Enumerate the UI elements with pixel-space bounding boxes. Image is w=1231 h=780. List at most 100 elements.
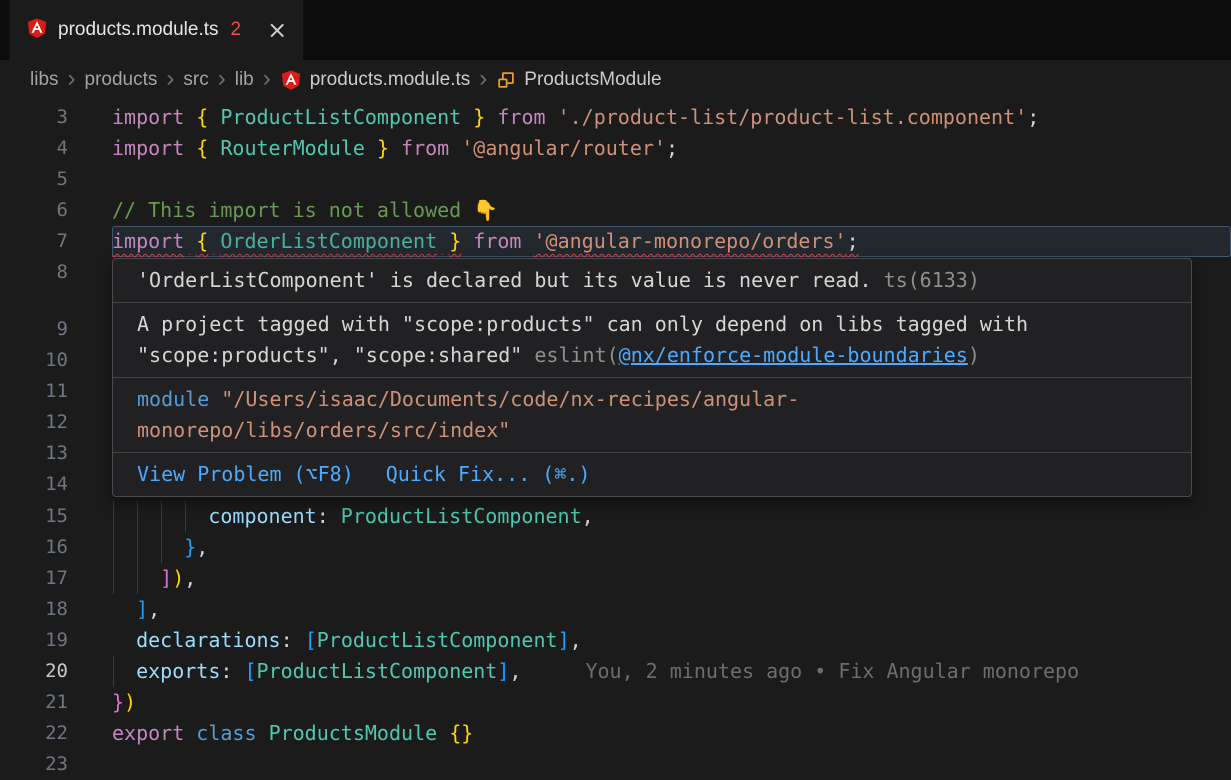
line-number: 5 — [0, 164, 68, 195]
line-number: 4 — [0, 133, 68, 164]
eslint-source-prefix: eslint( — [534, 343, 618, 367]
chevron-right-icon: › — [166, 67, 174, 94]
indent-guide — [185, 501, 186, 532]
line-number: 6 — [0, 195, 68, 226]
indent-guide — [137, 532, 138, 563]
tab-bar: products.module.ts 2 × — [0, 0, 1231, 60]
code-content: declarations: [ProductListComponent], — [112, 625, 1231, 656]
ts-diagnostic-code: ts(6133) — [884, 268, 980, 292]
code-content — [112, 749, 1231, 780]
indent-guide — [161, 501, 162, 532]
breadcrumb-item-label: products.module.ts — [310, 69, 471, 91]
line-number: 8 — [0, 257, 68, 288]
line-number: 9 — [0, 314, 68, 345]
editor-tab-products-module[interactable]: products.module.ts 2 × — [10, 0, 303, 60]
breadcrumb-item-label: products — [85, 69, 158, 91]
line-number: 12 — [0, 407, 68, 438]
indent-guide — [113, 563, 114, 594]
eslint-diagnostic: A project tagged with "scope:products" c… — [113, 303, 1191, 378]
indent-guide — [113, 656, 114, 687]
code-line-17[interactable]: 17 ]), — [0, 563, 1231, 594]
code-content — [112, 164, 1231, 195]
breadcrumb-item-label: src — [183, 69, 208, 91]
breadcrumb-item-label: libs — [30, 69, 59, 91]
code-line-3[interactable]: 3 import { ProductListComponent } from '.… — [0, 102, 1231, 133]
code-line-22[interactable]: 22 export class ProductsModule {} — [0, 718, 1231, 749]
code-content: }, — [112, 532, 1231, 563]
indent-guide — [113, 532, 114, 563]
angular-icon — [280, 69, 302, 91]
code-content: import { RouterModule } from '@angular/r… — [112, 133, 1231, 164]
line-number: 10 — [0, 345, 68, 376]
close-tab-icon[interactable]: × — [267, 18, 287, 42]
breadcrumb-item-lib[interactable]: lib — [235, 69, 254, 91]
view-problem-action[interactable]: View Problem (⌥F8) — [137, 459, 354, 490]
line-number: 21 — [0, 687, 68, 718]
code-line-18[interactable]: 18 ], — [0, 594, 1231, 625]
breadcrumb-item-label: lib — [235, 69, 254, 91]
line-number: 3 — [0, 102, 68, 133]
line-number: 13 — [0, 438, 68, 469]
code-content: import { ProductListComponent } from './… — [112, 102, 1231, 133]
code-lines-top: 3 import { ProductListComponent } from '.… — [0, 102, 1231, 257]
module-keyword: module — [137, 387, 209, 411]
code-content: // This import is not allowed 👇 — [112, 195, 1231, 226]
line-number: 16 — [0, 532, 68, 563]
chevron-right-icon: › — [68, 67, 76, 94]
indent-guide — [137, 563, 138, 594]
line-number: 7 — [0, 226, 68, 257]
code-editor[interactable]: 3 import { ProductListComponent } from '.… — [0, 100, 1231, 780]
line-number: 23 — [0, 749, 68, 780]
indent-guide — [137, 501, 138, 532]
line-number: 18 — [0, 594, 68, 625]
breadcrumb-item-productsmodule[interactable]: ProductsModule — [496, 69, 661, 91]
code-line-7[interactable]: 7import { OrderListComponent } from '@an… — [0, 226, 1231, 257]
breadcrumb-item-products[interactable]: products — [85, 69, 158, 91]
tab-title: products.module.ts — [58, 19, 219, 41]
line-number: 22 — [0, 718, 68, 749]
code-line-20[interactable]: 20 exports: [ProductListComponent],You, … — [0, 656, 1231, 687]
eslint-source-suffix: ) — [968, 343, 980, 367]
code-content: ]), — [112, 563, 1231, 594]
code-line-4[interactable]: 4 import { RouterModule } from '@angular/… — [0, 133, 1231, 164]
code-content: export class ProductsModule {} — [112, 718, 1231, 749]
code-content: }) — [112, 687, 1231, 718]
module-info: module "/Users/isaac/Documents/code/nx-r… — [113, 378, 1191, 453]
quick-fix-action[interactable]: Quick Fix... (⌘.) — [386, 459, 591, 490]
chevron-right-icon: › — [263, 67, 271, 94]
angular-icon — [26, 17, 48, 39]
code-content: exports: [ProductListComponent],You, 2 m… — [112, 656, 1231, 687]
tab-problem-count-badge: 2 — [231, 19, 242, 41]
code-lines-bottom: 15 component: ProductListComponent,16 },… — [0, 501, 1231, 780]
class-symbol-icon — [496, 70, 516, 90]
chevron-right-icon: › — [479, 67, 487, 94]
code-line-5[interactable]: 5 — [0, 164, 1231, 195]
line-number: 20 — [0, 656, 68, 687]
hover-actions: View Problem (⌥F8) Quick Fix... (⌘.) — [113, 453, 1191, 496]
breadcrumb-item-libs[interactable]: libs — [30, 69, 59, 91]
breadcrumb-item-label: ProductsModule — [524, 69, 661, 91]
breadcrumb: libs › products › src › lib › products.module.t… — [0, 60, 1231, 100]
code-line-21[interactable]: 21}) — [0, 687, 1231, 718]
indent-guide — [113, 501, 114, 532]
eslint-rule-link[interactable]: @nx/enforce-module-boundaries — [619, 343, 968, 367]
module-path: "/Users/isaac/Documents/code/nx-recipes/… — [137, 387, 799, 442]
code-content: component: ProductListComponent, — [112, 501, 1231, 532]
indent-guide — [161, 532, 162, 563]
hover-region: 891011121314 'OrderListComponent' is dec… — [0, 257, 1231, 501]
breadcrumb-item-src[interactable]: src — [183, 69, 208, 91]
line-number: 17 — [0, 563, 68, 594]
code-line-19[interactable]: 19 declarations: [ProductListComponent], — [0, 625, 1231, 656]
git-blame-annotation: You, 2 minutes ago • Fix Angular monorep… — [585, 659, 1079, 683]
angular-icon — [26, 17, 48, 43]
code-line-23[interactable]: 23 — [0, 749, 1231, 780]
code-line-16[interactable]: 16 }, — [0, 532, 1231, 563]
line-number: 14 — [0, 469, 68, 500]
line-number: 11 — [0, 376, 68, 407]
code-line-15[interactable]: 15 component: ProductListComponent, — [0, 501, 1231, 532]
hover-gutter: 8 91011121314 — [0, 257, 68, 501]
code-line-6[interactable]: 6 // This import is not allowed 👇 — [0, 195, 1231, 226]
line-number: 15 — [0, 501, 68, 532]
breadcrumb-item-products-module-ts[interactable]: products.module.ts — [280, 69, 471, 91]
line-number: 19 — [0, 625, 68, 656]
